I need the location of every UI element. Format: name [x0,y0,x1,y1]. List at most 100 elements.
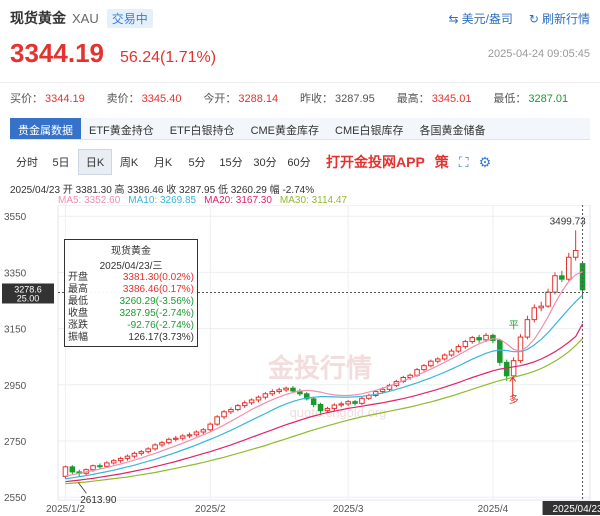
settings-icon[interactable]: ⚙ [479,154,492,171]
ma20-line [65,323,584,483]
candle-body [497,339,503,363]
candle-body [517,336,524,362]
candle-body [531,307,538,321]
data-tab[interactable]: ETF黄金持仓 [81,118,162,139]
stat-label: 最低： [493,93,527,105]
tooltip-value: 3260.29(-3.56%) [119,296,195,307]
candle-body [179,435,186,439]
period-tab[interactable]: 60分 [282,150,316,174]
ping-signal: 平 [509,321,519,332]
candle-body [538,305,544,309]
tooltip-row: 最高 3386.46(0.17%) [68,284,194,296]
data-tab[interactable]: CME白银库存 [327,118,411,139]
data-tab[interactable]: CME黄金库存 [243,118,327,139]
y-tick-label: 3350 [4,268,27,279]
candle-body [276,389,282,393]
candle-body [214,416,220,425]
y-tick-label: 3150 [4,325,27,336]
strategy-icon[interactable]: 策 [435,152,449,172]
candle-body [255,396,262,401]
stat-value: 3345.40 [141,93,182,105]
instrument-name: 现货黄金 [10,10,66,26]
x-tick-label: 2025/3 [333,504,364,515]
period-tab[interactable]: 分时 [10,150,44,174]
watermark-text: 金投行情 [267,353,372,383]
fullscreen-icon[interactable]: ⛶ [459,154,469,171]
data-tab[interactable]: 各国黄金储备 [411,118,493,139]
candle-body [510,360,517,377]
data-tab[interactable]: ETF白银持仓 [162,118,243,139]
x-tick-label: 2025/4 [478,504,509,515]
unit-switch-button[interactable]: ⇆ 美元/盎司 [449,10,513,27]
period-tab[interactable]: 15分 [214,150,248,174]
stat-value: 3344.19 [45,93,85,105]
candle-body [448,350,455,356]
stat-item: 今开： 3288.14 [203,90,300,106]
y-tick-label: 3550 [4,212,27,223]
candle-body [572,250,579,258]
tooltip-label: 最低 [68,296,88,307]
y-tick-label: 2950 [4,381,27,392]
candle-body [441,354,448,360]
tooltip-label: 开盘 [68,272,88,283]
stat-label: 最高： [396,93,430,105]
refresh-button[interactable]: ↻ 刷新行情 [529,10,590,27]
candle-body [110,460,117,464]
unit-label: 美元/盎司 [461,12,513,26]
candle-body [124,455,131,459]
tooltip-value: 3386.46(0.17%) [122,284,194,295]
candle-body [131,452,138,457]
candle-body [269,391,276,395]
candle-body [469,337,476,343]
candle-body [462,341,469,348]
tooltip-row: 收盘 3287.95(-2.74%) [68,308,194,320]
candle-body [379,388,386,393]
y-tick-label: 2750 [4,437,27,448]
candle-body [221,411,227,418]
candle-body [565,256,572,280]
swap-icon: ⇆ [448,12,459,26]
current-price: 3344.19 [10,38,104,68]
candle-body [138,451,145,454]
candle-body [186,434,193,437]
min-label: 2613.90 [80,495,117,506]
tooltip-value: -92.76(-2.74%) [127,320,194,331]
candle-body [331,404,338,409]
instrument-header: 现货黄金 XAU 交易中 [10,8,153,28]
watermark-subtext: quote.cngold.org [290,405,387,420]
divider [0,82,600,83]
period-tab[interactable]: 日K [78,149,112,175]
candle-body [352,401,358,404]
stats-row: 买价： 3344.19 卖价： 3345.40 今开： 3288.14 昨收： 3287.95… [10,90,590,106]
stat-label: 买价： [10,93,43,105]
candle-body [345,401,351,405]
candle-body [359,397,365,404]
tooltip-row: 振幅 126.17(3.73%) [68,332,194,344]
candle-body [283,387,289,391]
candle-body [193,431,200,436]
candle-body [317,403,324,412]
stat-item: 最低： 3287.01 [493,90,590,106]
candle-body [62,466,69,477]
candle-body [104,462,110,467]
candle-body [159,442,165,446]
period-tab[interactable]: 周K [112,150,146,174]
data-tab[interactable]: 贵金属数据 [10,118,81,139]
candle-body [324,407,331,412]
candle-body [97,465,103,468]
candle-body [172,437,179,440]
ohlc-summary: 2025/04/23 开 3381.30 高 3386.46 收 3287.95… [10,185,315,196]
stat-value: 3345.01 [431,93,472,105]
candle-body [241,402,248,407]
data-tabs: 贵金属数据 ETF黄金持仓 ETF白银持仓 CME黄金库存 CME白银库存 各国黄金储备 [10,118,590,140]
candle-body [421,365,427,371]
period-tab[interactable]: 30分 [248,150,282,174]
open-app-link[interactable]: 打开金投网APP [326,152,425,172]
period-tab[interactable]: 5分 [180,150,214,174]
candle-body [145,448,151,453]
tooltip-row: 开盘 3381.30(0.02%) [68,272,194,284]
period-tab[interactable]: 月K [146,150,180,174]
period-tab[interactable]: 5日 [44,150,78,174]
stat-value: 3288.14 [238,93,279,105]
candle-body [545,291,551,307]
